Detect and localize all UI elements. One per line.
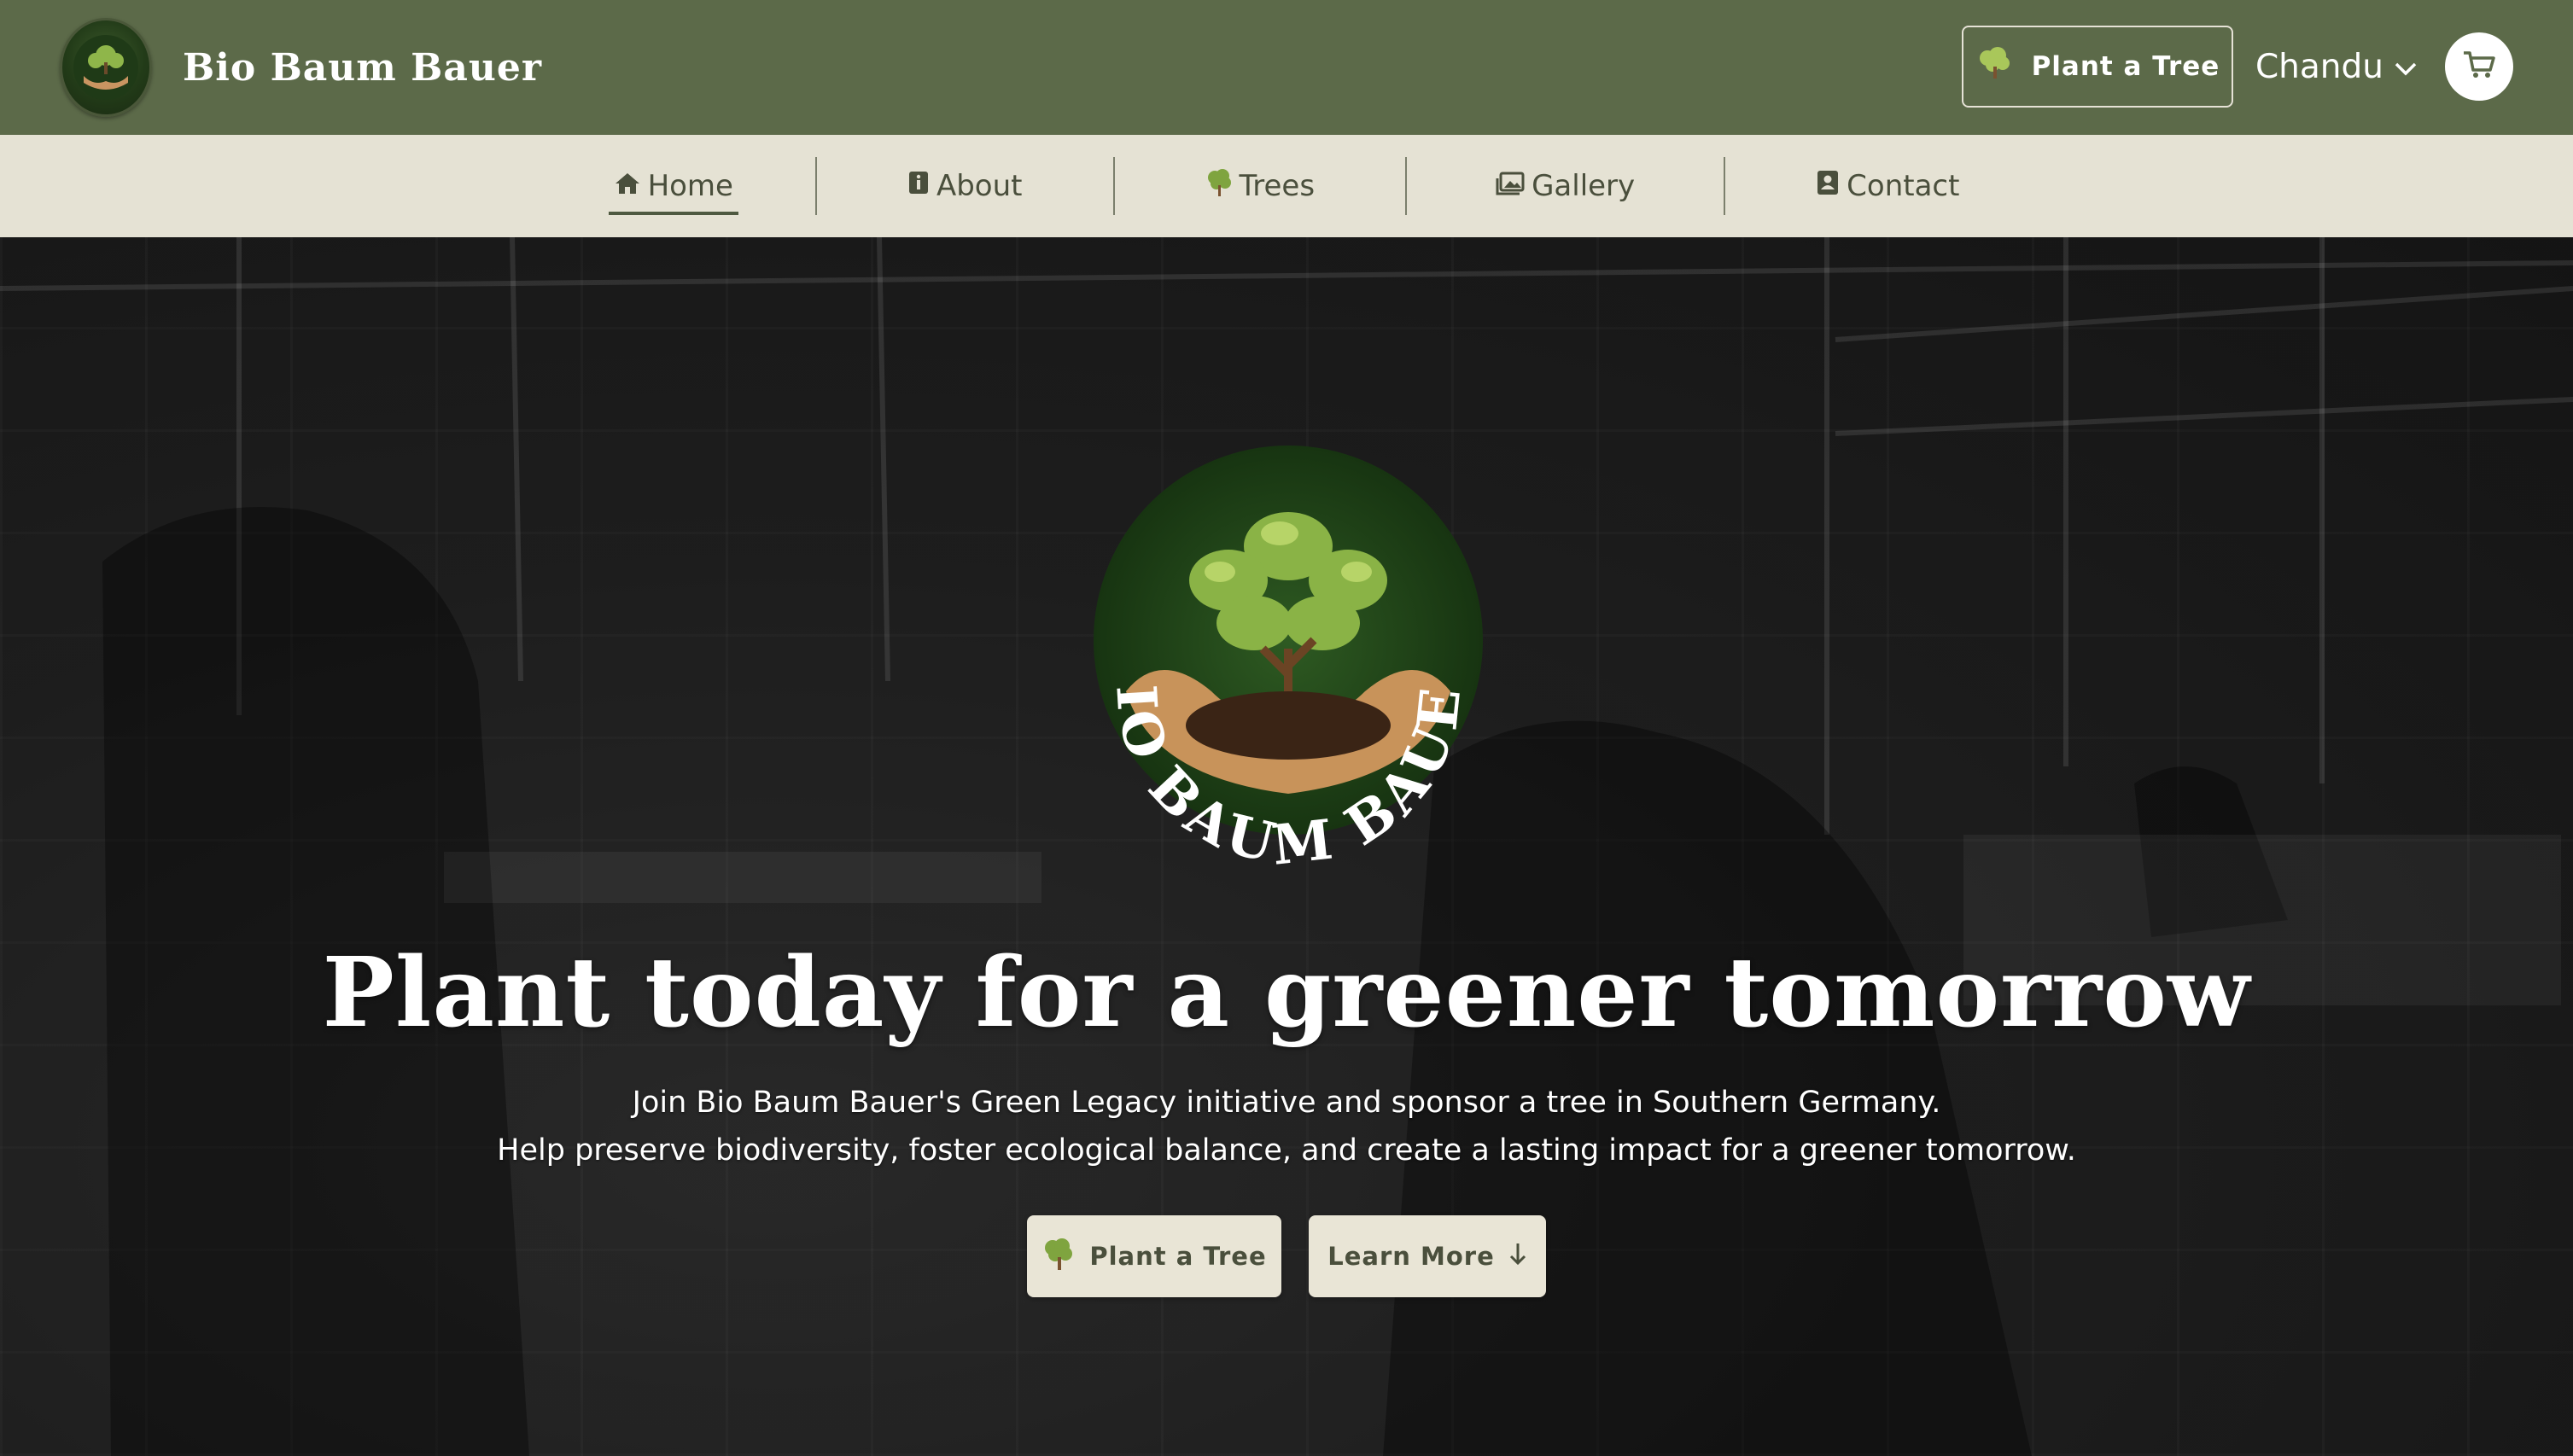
- cart-button[interactable]: [2445, 32, 2513, 101]
- cart-icon: [2462, 50, 2496, 84]
- plant-a-tree-hero-label: Plant a Tree: [1089, 1242, 1267, 1271]
- hero-subtitle-line-2: Help preserve biodiversity, foster ecolo…: [497, 1133, 2076, 1168]
- plant-a-tree-header-label: Plant a Tree: [2031, 51, 2220, 82]
- nav-item-home[interactable]: Home: [608, 135, 739, 237]
- tree-icon: [1975, 46, 2013, 87]
- nav-item-gallery[interactable]: Gallery: [1496, 135, 1635, 237]
- info-icon: [907, 169, 930, 203]
- home-icon: [614, 169, 641, 203]
- user-name: Chandu: [2255, 47, 2383, 86]
- plant-a-tree-hero-button[interactable]: Plant a Tree: [1027, 1215, 1281, 1297]
- learn-more-label: Learn More: [1327, 1242, 1495, 1271]
- brand-logo: [60, 18, 152, 117]
- nav-item-trees[interactable]: Trees: [1205, 135, 1316, 237]
- nav-item-label: Home: [647, 169, 733, 203]
- chevron-down-icon: [2394, 48, 2418, 86]
- nav-item-contact[interactable]: Contact: [1816, 135, 1959, 237]
- images-icon: [1496, 169, 1525, 203]
- nav-item-about[interactable]: About: [907, 135, 1023, 237]
- hero-title: Plant today for a greener tomorrow: [322, 937, 2251, 1049]
- tree-icon: [1041, 1237, 1076, 1277]
- brand-name: Bio Baum Bauer: [183, 45, 542, 90]
- main-nav: Home About Trees Gallery Contact: [0, 135, 2573, 237]
- hero-section: BIO BAUM BAUER Plant today for a greener…: [0, 237, 2573, 1456]
- plant-a-tree-header-button[interactable]: Plant a Tree: [1961, 26, 2233, 108]
- hero-subtitle-line-1: Join Bio Baum Bauer's Green Legacy initi…: [632, 1086, 1941, 1120]
- nav-divider: [1405, 157, 1408, 215]
- nav-item-label: About: [936, 169, 1023, 203]
- nav-divider: [814, 157, 817, 215]
- brand-home-link[interactable]: Bio Baum Bauer: [60, 18, 542, 117]
- site-header: Bio Baum Bauer Plant a Tree Chandu: [0, 0, 2573, 135]
- contact-icon: [1816, 169, 1840, 204]
- nav-divider: [1112, 157, 1115, 215]
- user-menu[interactable]: Chandu: [2255, 48, 2418, 86]
- nav-divider: [1724, 157, 1726, 215]
- tree-icon: [1205, 168, 1233, 205]
- hero-logo: BIO BAUM BAUER: [1024, 385, 1527, 896]
- nav-item-label: Gallery: [1532, 169, 1636, 203]
- hero-actions: Plant a Tree Learn More: [0, 1215, 2573, 1297]
- nav-item-label: Trees: [1239, 169, 1316, 203]
- arrow-down-icon: [1508, 1241, 1527, 1273]
- nav-item-label: Contact: [1847, 169, 1960, 203]
- learn-more-button[interactable]: Learn More: [1309, 1215, 1546, 1297]
